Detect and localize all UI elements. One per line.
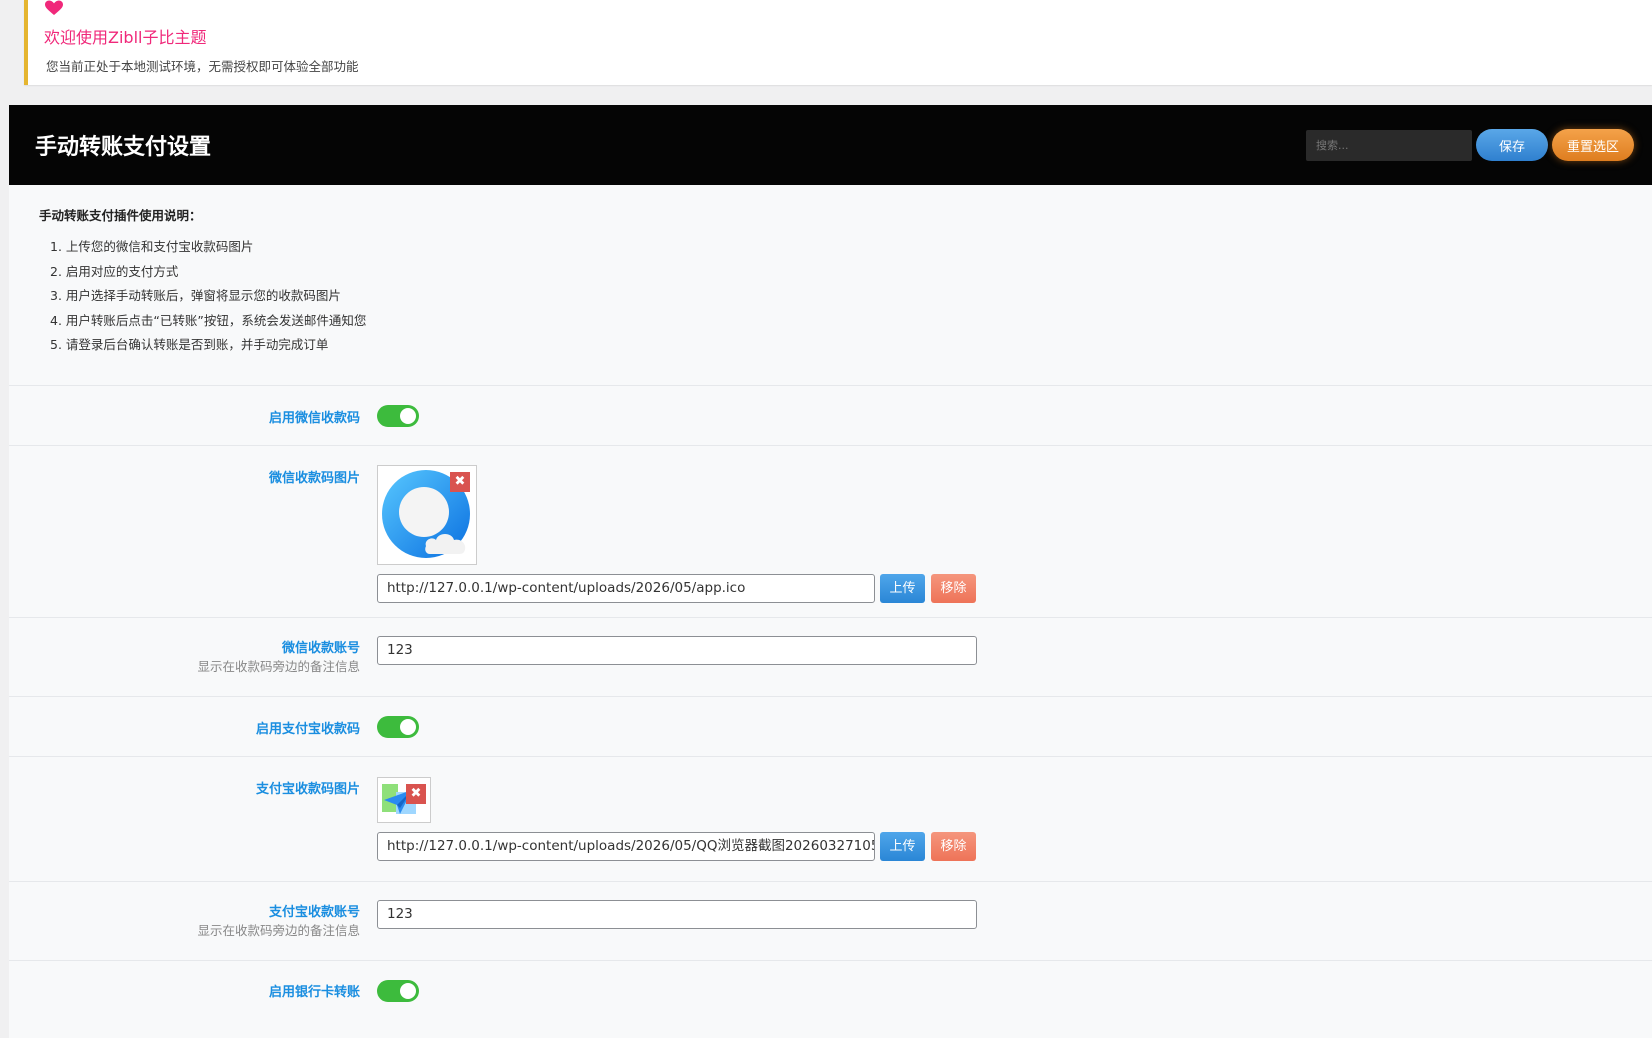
- alipay-enable-toggle[interactable]: [377, 716, 419, 738]
- alipay-qr-preview: ✖: [377, 777, 431, 823]
- field-label: 启用支付宝收款码: [255, 722, 360, 737]
- heart-icon: [45, 0, 63, 15]
- list-item: 3. 用户选择手动转账后，弹窗将显示您的收款码图片: [50, 288, 341, 303]
- toggle-knob: [400, 408, 416, 424]
- field-label: 支付宝收款码图片: [255, 782, 360, 797]
- notice-title: 欢迎使用Zibll子比主题: [44, 28, 207, 47]
- list-item: 2. 启用对应的支付方式: [50, 263, 179, 279]
- reset-section-button[interactable]: 重置选区: [1552, 129, 1634, 161]
- remove-button[interactable]: 移除: [931, 832, 976, 861]
- wechat-qr-preview: ✖: [377, 465, 477, 565]
- remove-button[interactable]: 移除: [931, 574, 976, 603]
- close-icon[interactable]: ✖: [450, 472, 470, 492]
- upload-button[interactable]: 上传: [880, 574, 925, 603]
- setting-row-wechat-image: 微信收款码图片 ✖ http://127.0.0.1/wp-content/up…: [9, 445, 1652, 617]
- bank-enable-toggle[interactable]: [377, 980, 419, 1002]
- list-item: 5. 请登录后台确认转账是否到账，并手动完成订单: [50, 337, 329, 352]
- instructions-list: 1. 上传您的微信和支付宝收款码图片 2. 启用对应的支付方式 3. 用户选择手…: [39, 236, 366, 359]
- usage-instructions: 手动转账支付插件使用说明： 1. 上传您的微信和支付宝收款码图片 2. 启用对应…: [39, 205, 366, 359]
- field-label: 支付宝收款账号: [268, 905, 360, 920]
- setting-row-wechat-enable: 启用微信收款码: [9, 385, 1652, 445]
- notice-description: 您当前正处于本地测试环境，无需授权即可体验全部功能: [46, 59, 359, 74]
- field-hint: 显示在收款码旁边的备注信息: [197, 659, 360, 674]
- alipay-account-input[interactable]: 123: [377, 900, 977, 929]
- list-item: 4. 用户转账后点击“已转账”按钮，系统会发送邮件通知您: [50, 312, 367, 328]
- panel-header: 手动转账支付设置 保存 重置选区: [9, 105, 1652, 185]
- wechat-enable-toggle[interactable]: [377, 405, 419, 427]
- admin-notice: 欢迎使用Zibll子比主题 您当前正处于本地测试环境，无需授权即可体验全部功能: [24, 0, 1652, 85]
- page-title: 手动转账支付设置: [35, 135, 212, 160]
- search-input[interactable]: [1306, 130, 1472, 161]
- field-label: 启用微信收款码: [268, 411, 360, 426]
- field-hint: 显示在收款码旁边的备注信息: [197, 923, 360, 938]
- setting-row-alipay-enable: 启用支付宝收款码: [9, 696, 1652, 756]
- wechat-image-url-input[interactable]: http://127.0.0.1/wp-content/uploads/2026…: [377, 574, 875, 603]
- setting-row-bank-enable: 启用银行卡转账: [9, 960, 1652, 1038]
- setting-row-alipay-account: 支付宝收款账号 显示在收款码旁边的备注信息 123: [9, 881, 1652, 960]
- setting-row-wechat-account: 微信收款账号 显示在收款码旁边的备注信息 123: [9, 617, 1652, 696]
- toggle-knob: [400, 983, 416, 999]
- field-label: 微信收款账号: [281, 641, 360, 656]
- upload-button[interactable]: 上传: [880, 832, 925, 861]
- field-label: 启用银行卡转账: [268, 985, 360, 1000]
- save-button[interactable]: 保存: [1476, 129, 1548, 161]
- field-label: 微信收款码图片: [268, 471, 360, 486]
- alipay-image-url-input[interactable]: http://127.0.0.1/wp-content/uploads/2026…: [377, 832, 875, 861]
- list-item: 1. 上传您的微信和支付宝收款码图片: [50, 239, 254, 254]
- setting-row-alipay-image: 支付宝收款码图片 ✖ http://127.0.0.1/wp-content/u…: [9, 756, 1652, 881]
- toggle-knob: [400, 719, 416, 735]
- instructions-heading: 手动转账支付插件使用说明：: [39, 208, 202, 223]
- close-icon[interactable]: ✖: [406, 784, 426, 804]
- settings-panel: 手动转账支付设置 保存 重置选区 手动转账支付插件使用说明： 1. 上传您的微信…: [9, 105, 1652, 1038]
- wechat-account-input[interactable]: 123: [377, 636, 977, 665]
